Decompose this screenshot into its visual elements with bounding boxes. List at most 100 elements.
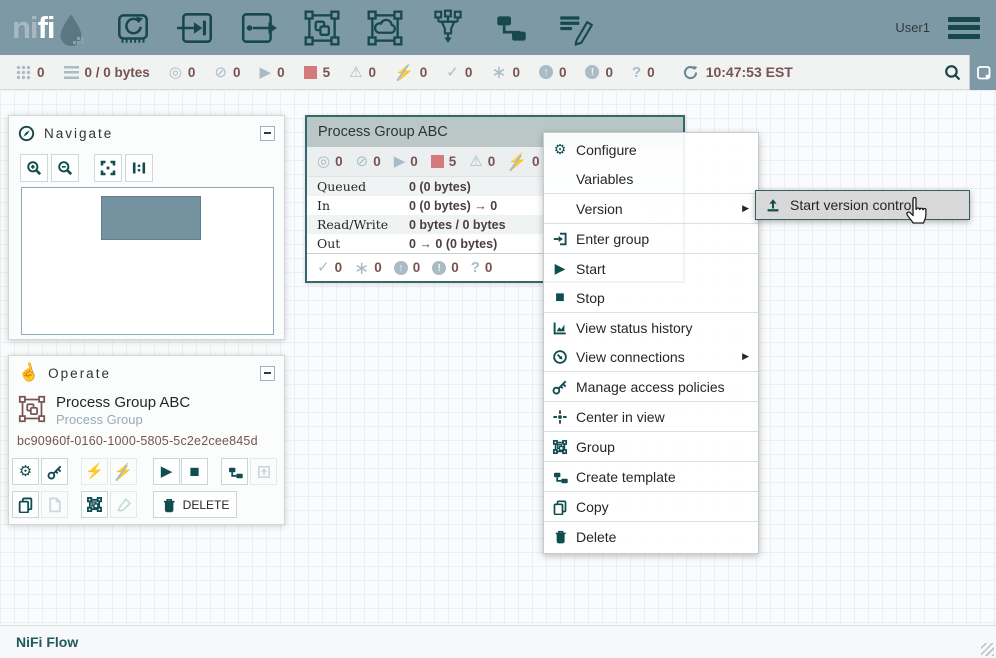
zoom-actual-icon [131,160,147,176]
brush-icon [116,497,132,513]
label-icon[interactable] [554,8,594,48]
logo-text-fi: fi [38,4,55,52]
menu-item-delete[interactable]: Delete [544,522,758,551]
collapse-navigate-button[interactable] [260,126,275,141]
remote-process-group-icon[interactable] [365,8,405,48]
refresh-status: 10:47:53 EST [682,64,793,81]
create-template-icon [227,464,243,480]
menu-item-group[interactable]: Group [544,432,758,461]
refresh-icon[interactable] [682,64,699,81]
configure-button[interactable]: ⚙ [12,458,39,485]
gear-icon: ⚙ [19,464,32,479]
locally-modified-stale-icon: ! [585,65,599,79]
upload-icon [765,197,781,213]
zoom-in-button[interactable] [20,154,48,182]
processor-icon[interactable] [113,8,153,48]
current-user[interactable]: User1 [895,20,930,35]
stale-counter: ↑ 0 [539,65,567,80]
menu-item-center-in-view[interactable]: Center in view [544,402,758,431]
running-icon: ▶ [260,65,272,80]
stopped-icon [431,155,444,168]
upload-template-button[interactable] [250,458,277,485]
fill-color-button[interactable] [110,491,137,518]
operate-panel: ☝ Operate Process Group ABC Process Grou… [8,355,285,525]
breadcrumb-root[interactable]: NiFi Flow [16,634,78,650]
hand-icon: ☝ [16,361,42,386]
stop-icon: ■ [189,463,199,480]
stopped-icon [304,66,317,79]
search-button[interactable] [935,64,969,81]
menu-item-variables[interactable]: Variables [544,164,758,193]
template-icon[interactable] [491,8,531,48]
paste-icon [46,496,63,513]
zoom-fit-button[interactable] [94,154,122,182]
menu-item-create-template[interactable]: Create template [544,462,758,491]
queued-icon [64,66,79,79]
active-threads-counter: 0 [16,65,45,80]
stale-icon: ↑ [539,65,553,79]
copy-button[interactable] [12,491,39,518]
menu-item-enter-group[interactable]: Enter group [544,224,758,253]
chart-icon [552,320,568,336]
start-button[interactable]: ▶ [153,458,180,485]
bolt-icon: ⚡ [85,464,104,479]
delete-button[interactable]: DELETE [153,491,237,518]
create-template-icon [552,469,568,485]
collapse-operate-button[interactable] [260,366,275,381]
group-button[interactable] [81,491,108,518]
zoom-out-button[interactable] [51,154,79,182]
transmitting-icon: ◎ [169,65,182,80]
stopped-counter: 5 [304,65,331,80]
nifi-logo: nifi [12,4,85,52]
up-to-date-icon: ✓ [446,65,459,80]
selected-component-name: Process Group ABC [56,394,190,411]
transmitting-icon: ◎ [317,154,330,169]
stop-button[interactable]: ■ [181,458,208,485]
transmitting-counter: ◎ 0 [169,65,196,80]
copy-icon [552,499,568,515]
funnel-icon[interactable] [428,8,468,48]
bolt-slash-icon: ⚡ [114,464,133,479]
menu-item-copy[interactable]: Copy [544,492,758,521]
key-icon [552,379,568,395]
disable-button[interactable]: ⚡ [110,458,137,485]
resize-grip[interactable] [981,643,994,656]
zoom-actual-button[interactable] [125,154,153,182]
paste-button[interactable] [41,491,68,518]
invalid-icon: ⚠ [349,65,362,80]
create-template-button[interactable] [221,458,248,485]
menu-item-configure[interactable]: ⚙ Configure [544,135,758,164]
stop-icon: ■ [552,290,568,306]
process-group-icon[interactable] [302,8,342,48]
group-icon [552,439,568,455]
enable-button[interactable]: ⚡ [81,458,108,485]
access-policies-button[interactable] [41,458,68,485]
menu-item-view-status-history[interactable]: View status history [544,313,758,342]
stale-icon: ↑ [394,261,408,275]
output-port-icon[interactable] [239,8,279,48]
locally-modified-stale-counter: ! 0 [585,65,613,80]
process-group-name: Process Group ABC [318,124,448,140]
upload-template-icon [256,464,272,480]
menu-item-manage-access-policies[interactable]: Manage access policies [544,372,758,401]
minimap-component-rect[interactable] [101,196,201,240]
menu-item-start[interactable]: ▶ Start [544,254,758,283]
birdseye-minimap[interactable] [21,187,274,335]
global-menu-button[interactable] [948,17,980,39]
panel-toggle-icon [975,64,992,81]
input-port-icon[interactable] [176,8,216,48]
up-to-date-counter: ✓ 0 [446,65,472,80]
panel-toggle-button[interactable] [969,55,996,90]
active-threads-icon [16,65,31,80]
selected-component-id: bc90960f-0160-1000-5805-5c2e2cee845d [9,427,284,448]
menu-item-version[interactable]: Version ▶ [544,194,758,223]
menu-item-view-connections[interactable]: View connections ▶ [544,342,758,371]
gear-icon: ⚙ [552,142,568,158]
running-counter: ▶ 0 [260,65,285,80]
selected-component-type: Process Group [56,412,190,427]
menu-item-stop[interactable]: ■ Stop [544,283,758,312]
menu-item-start-version-control[interactable]: Start version control [755,190,970,220]
copy-icon [17,496,34,513]
sync-failure-icon: ? [471,260,480,275]
connections-icon [552,349,568,365]
